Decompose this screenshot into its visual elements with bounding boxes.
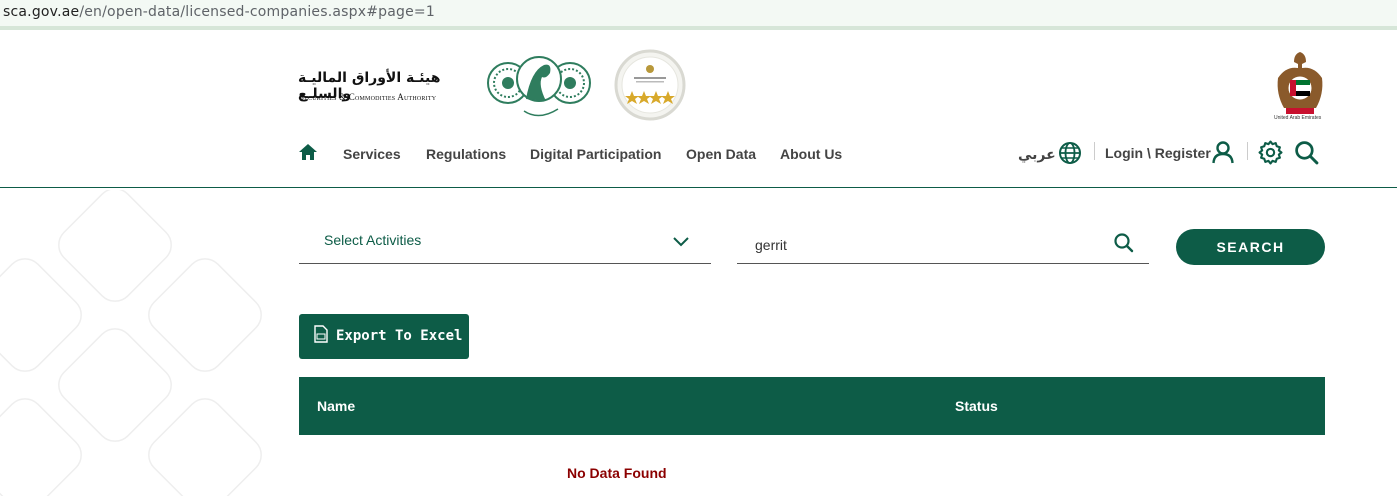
empty-state-message: No Data Found: [567, 465, 667, 481]
nav-regulations[interactable]: Regulations: [426, 146, 506, 162]
nav-separator: [1094, 142, 1095, 160]
language-toggle[interactable]: عربي: [1018, 146, 1056, 163]
globe-icon[interactable]: [1058, 141, 1082, 165]
nav-separator: [1247, 142, 1248, 160]
uae-caption: United Arab Emirates: [1274, 115, 1322, 121]
company-search-input[interactable]: [737, 224, 1149, 264]
decorative-pattern: [0, 190, 262, 496]
activities-select[interactable]: Select Activities: [299, 224, 711, 264]
excel-file-icon: [314, 325, 328, 343]
logo-english-text[interactable]: Securities & Commodities Authority: [299, 92, 436, 102]
export-to-excel-button[interactable]: Export To Excel: [299, 314, 469, 359]
column-header-status[interactable]: Status: [955, 398, 998, 414]
site-header: هيئـة الأوراق الماليـة والسلـع Securitie…: [0, 34, 1397, 188]
search-icon[interactable]: [1294, 140, 1319, 165]
export-label: Export To Excel: [336, 328, 463, 344]
nav-digital-participation[interactable]: Digital Participation: [530, 146, 661, 162]
uae-emblem[interactable]: [1272, 48, 1328, 122]
url-text[interactable]: sca.gov.ae/en/open-data/licensed-compani…: [3, 4, 435, 20]
nav-open-data[interactable]: Open Data: [686, 146, 756, 162]
gear-icon[interactable]: [1258, 140, 1283, 165]
results-table-header: Name Status: [299, 377, 1325, 435]
user-icon[interactable]: [1211, 140, 1235, 164]
address-bar[interactable]: sca.gov.ae/en/open-data/licensed-compani…: [0, 0, 1397, 30]
home-icon[interactable]: [298, 142, 318, 162]
search-icon[interactable]: [1113, 232, 1135, 254]
sca-falcon-emblem[interactable]: [486, 49, 592, 121]
chevron-down-icon: [673, 237, 689, 247]
login-register-link[interactable]: Login \ Register: [1105, 145, 1211, 161]
column-header-name[interactable]: Name: [317, 398, 355, 414]
award-four-star-badge[interactable]: [614, 49, 686, 121]
nav-about-us[interactable]: About Us: [780, 146, 842, 162]
activities-select-label: Select Activities: [324, 232, 422, 248]
nav-services[interactable]: Services: [343, 146, 401, 162]
search-button[interactable]: SEARCH: [1176, 229, 1325, 265]
